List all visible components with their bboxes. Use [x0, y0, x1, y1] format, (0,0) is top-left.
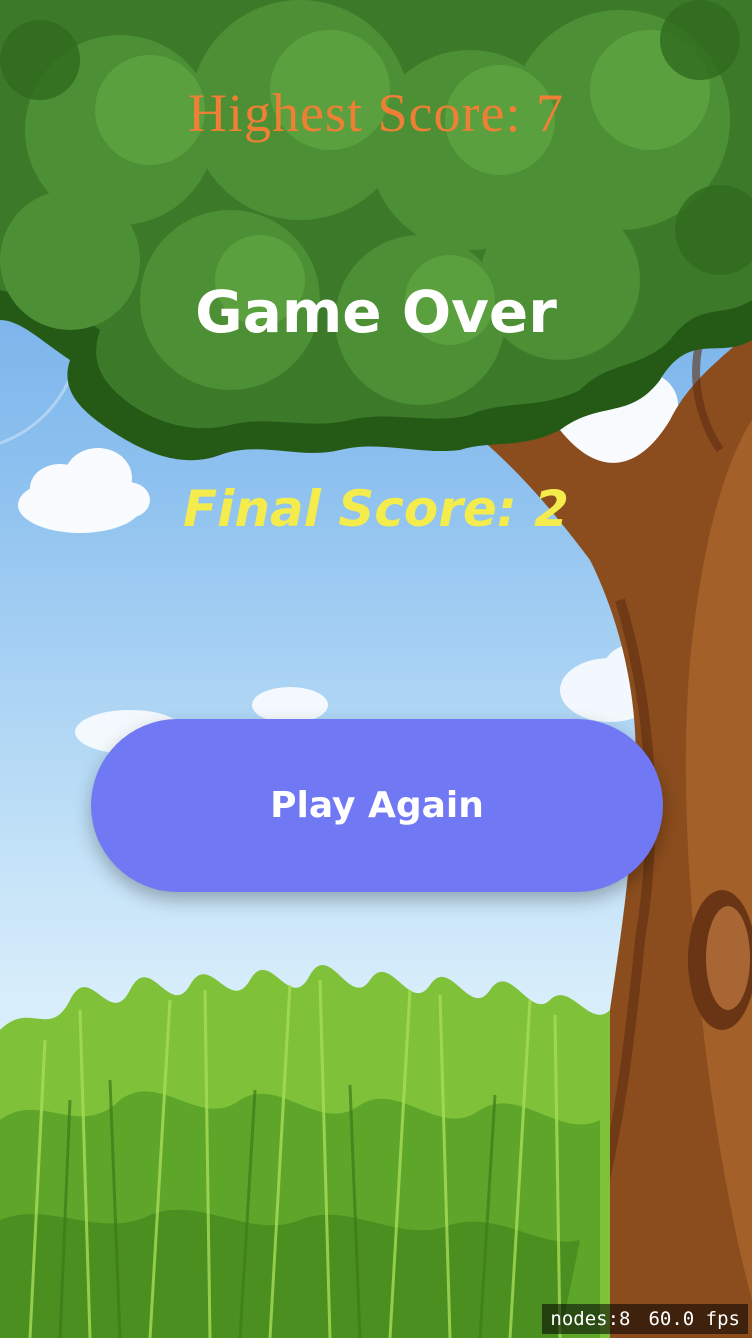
fps-counter: 60.0 fps [648, 1308, 740, 1330]
play-again-button[interactable]: Play Again [91, 719, 663, 892]
debug-stats-overlay: nodes:8 60.0 fps [542, 1304, 748, 1334]
background-scene [0, 0, 752, 1338]
node-count: nodes:8 [550, 1308, 631, 1330]
grass-field [0, 964, 610, 1338]
highest-score-label: Highest Score: 7 [188, 83, 564, 143]
game-over-title: Game Over [195, 278, 557, 346]
final-score-label: Final Score: 2 [183, 480, 569, 538]
game-over-screen: Highest Score: 7 Game Over Final Score: … [0, 0, 752, 1338]
play-again-label: Play Again [270, 785, 484, 826]
tree-foliage [0, 0, 752, 461]
